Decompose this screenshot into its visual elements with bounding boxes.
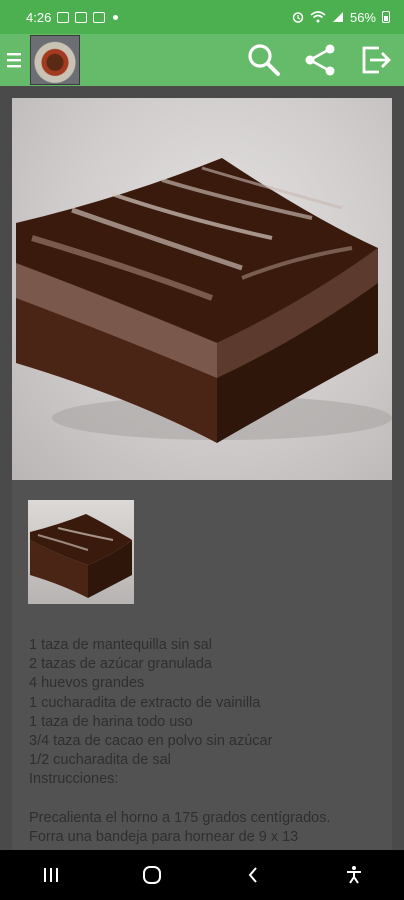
- battery-percent: 56%: [349, 9, 376, 25]
- ingredient-line: 1 taza de harina todo uso: [29, 713, 193, 730]
- status-time: 4:26: [26, 9, 52, 25]
- more-notifications-icon: [113, 14, 119, 20]
- youtube-notification-icon: [75, 11, 88, 23]
- battery-icon: [382, 11, 390, 23]
- app-bar: [0, 34, 404, 86]
- share-icon[interactable]: [300, 40, 340, 80]
- app-bar-actions: [244, 40, 404, 80]
- instructions-heading: Instrucciones:: [29, 771, 119, 788]
- status-bar: 4:26 56%: [0, 0, 404, 34]
- recipe-content[interactable]: 1 taza de mantequilla sin sal 2 tazas de…: [0, 86, 404, 850]
- gallery-notification-icon: [57, 11, 70, 23]
- recipe-thumbnail[interactable]: [28, 500, 134, 604]
- ingredient-line: 2 tazas de azúcar granulada: [29, 656, 212, 673]
- ingredient-line: 1 taza de mantequilla sin sal: [29, 637, 212, 653]
- back-icon[interactable]: [223, 850, 283, 900]
- search-icon[interactable]: [244, 40, 284, 80]
- system-nav-bar: [0, 850, 404, 900]
- ingredient-line: 1/2 cucharadita de sal: [29, 752, 171, 769]
- menu-icon[interactable]: [0, 34, 28, 86]
- instruction-line: Precalienta el horno a 175 grados centíg…: [29, 809, 331, 826]
- ingredient-line: 1 cucharadita de extracto de vainilla: [29, 694, 261, 711]
- wifi-icon: [310, 11, 326, 23]
- ingredient-line: 4 huevos grandes: [29, 675, 145, 692]
- home-icon[interactable]: [122, 850, 182, 900]
- recipe-main-image[interactable]: [12, 98, 392, 480]
- recents-icon[interactable]: [21, 850, 81, 900]
- status-left: 4:26: [26, 9, 119, 25]
- app-logo[interactable]: [30, 35, 80, 85]
- ingredient-line: 3/4 taza de cacao en polvo sin azúcar: [29, 733, 273, 750]
- exit-icon[interactable]: [356, 40, 396, 80]
- recipe-card: 1 taza de mantequilla sin sal 2 tazas de…: [12, 98, 392, 850]
- signal-icon: [332, 12, 343, 22]
- instruction-line: Forra una bandeja para hornear de 9 x 13: [29, 828, 299, 845]
- status-right: 56%: [292, 10, 390, 25]
- youtube-notification-icon-2: [93, 11, 106, 23]
- alarm-icon: [292, 12, 304, 23]
- accessibility-icon[interactable]: [324, 850, 384, 900]
- recipe-text: 1 taza de mantequilla sin sal 2 tazas de…: [29, 636, 379, 847]
